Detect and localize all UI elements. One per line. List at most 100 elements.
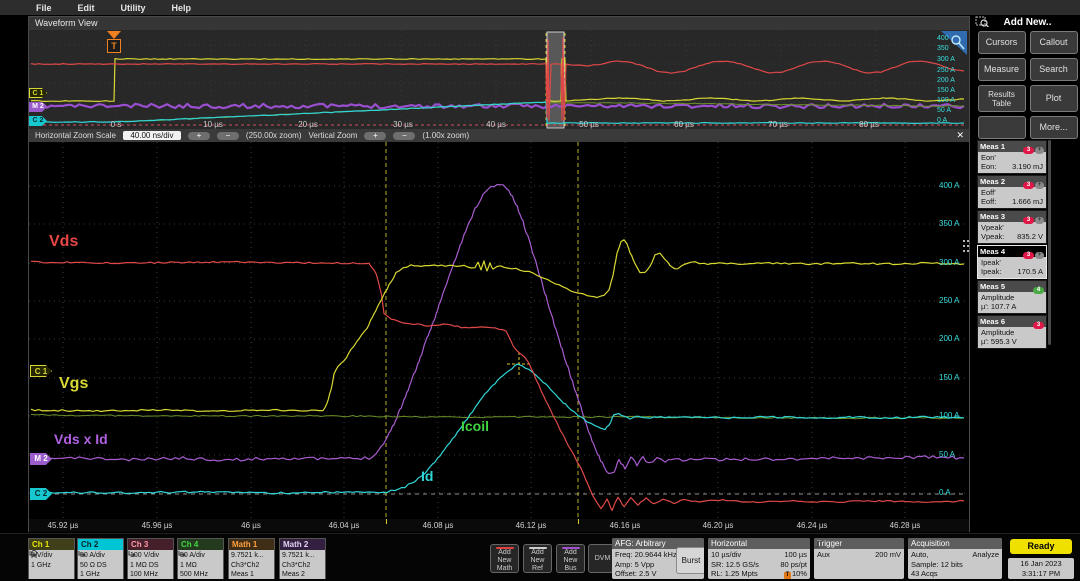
channel-coupling: 1 MΩ DS	[130, 561, 171, 571]
time-axis-label: 46.08 µs	[423, 522, 454, 530]
search-button[interactable]: Search	[1030, 58, 1078, 81]
channel-card-ch3[interactable]: Ch 3100 V/div1 MΩ DS100 MHz	[127, 538, 174, 579]
gate-tick	[386, 519, 387, 524]
meas-count-badge: 3	[1023, 147, 1034, 154]
ready-status-button[interactable]: Ready	[1010, 539, 1072, 554]
trigger-position-icon: T	[784, 572, 791, 579]
callout-button[interactable]: Callout	[1030, 31, 1078, 54]
trigger-marker[interactable]: T	[107, 31, 121, 53]
channel-card-header: Ch 1	[29, 539, 74, 550]
channel-coupling: 50 Ω DS	[80, 561, 121, 571]
channel-card-ch4[interactable]: Ch 450 A/div1 MΩ500 MHz	[177, 538, 224, 579]
add-new-math-button[interactable]: AddNewMath	[490, 544, 519, 573]
close-zoom-icon[interactable]: ✕	[956, 130, 964, 141]
meas-expand-icon[interactable]: +	[1035, 182, 1044, 189]
plot-button[interactable]: Plot	[1030, 85, 1078, 112]
hzoom-minus-button[interactable]: −	[217, 132, 239, 140]
horizontal-position: 10%	[792, 569, 807, 578]
meas-label: µ': 107.7 A	[981, 302, 1016, 311]
measure-button[interactable]: Measure	[978, 58, 1026, 81]
channel-card-header: Ch 4	[178, 539, 223, 550]
main-right-axis-label: 150 A	[939, 374, 959, 382]
horizontal-panel[interactable]: Horizontal 10 µs/div100 µs SR: 12.5 GS/s…	[708, 538, 810, 579]
trigger-source: Aux	[817, 550, 830, 560]
menu-bar: File Edit Utility Help	[0, 0, 1080, 15]
horizontal-sr: SR: 12.5 GS/s	[711, 560, 759, 570]
meas-card-2[interactable]: Meas 23+Eoff'Eoff:1.666 mJ	[977, 175, 1047, 209]
channel-card-math2[interactable]: Math 29.7521 k...Ch3*Ch2Meas 2	[279, 538, 326, 579]
panel-splitter-handle[interactable]	[963, 240, 965, 242]
zoom-select-button[interactable]	[978, 116, 1026, 139]
meas-label: µ': 595.3 V	[981, 337, 1017, 346]
rising-edge-icon	[814, 539, 824, 549]
hzoom-plus-button[interactable]: +	[188, 132, 210, 140]
meas-count-badge: 3	[1023, 252, 1034, 259]
bandwidth-arrow-icon	[178, 550, 186, 558]
meas-card-4[interactable]: Meas 43+Ipeak'Ipeak:170.5 A	[977, 245, 1047, 279]
meas-expand-icon[interactable]: +	[1035, 147, 1044, 154]
meas-name: Meas 2	[980, 177, 1005, 186]
more-button[interactable]: More...	[1030, 116, 1078, 139]
main-right-axis-label: 100 A	[939, 412, 959, 420]
dvm-label: DVM	[595, 555, 611, 562]
results-table-button[interactable]: Results Table	[978, 85, 1026, 112]
meas-card-6[interactable]: Meas 63Amplitudeµ': 595.3 V	[977, 315, 1047, 349]
channel-bandwidth: 1 GHz	[31, 561, 72, 571]
channel-card-math1[interactable]: Math 19.7521 k...Ch3*Ch2Meas 1	[228, 538, 275, 579]
meas-expand-icon[interactable]: +	[1035, 252, 1044, 259]
channel-scale: 50 A/div	[80, 551, 121, 561]
meas-name: Meas 1	[980, 142, 1005, 151]
cursors-button[interactable]: Cursors	[978, 31, 1026, 54]
gate-tick	[578, 519, 579, 524]
menu-utility[interactable]: Utility	[121, 3, 146, 13]
waveform-view-window: Waveform View T 0 s10 µs20 µs30 µs40 µs5…	[28, 16, 970, 532]
overview-right-axis-label: 250 A	[937, 67, 955, 74]
vzoom-factor-label: (1.00x zoom)	[422, 131, 469, 140]
meas-value: 3.190 mJ	[1012, 162, 1043, 171]
channel-card-ch1[interactable]: Ch 15 V/div1 GHz	[28, 538, 75, 579]
burst-button[interactable]: Burst	[676, 547, 704, 574]
acquisition-panel[interactable]: Acquisition Auto,Analyze Sample: 12 bits…	[908, 538, 1002, 579]
waveform-view-tab-label: Waveform View	[35, 18, 98, 28]
add-new-bus-button[interactable]: AddNewBus	[556, 544, 585, 573]
meas-card-1[interactable]: Meas 13+Eon'Eon:3.190 mJ	[977, 140, 1047, 174]
overview-right-axis-label: 300 A	[937, 56, 955, 63]
meas-card-5[interactable]: Meas 54Amplitudeµ': 107.7 A	[977, 280, 1047, 314]
menu-edit[interactable]: Edit	[78, 3, 95, 13]
overview-right-axis-label: 100 A	[937, 97, 955, 104]
vzoom-plus-button[interactable]: +	[364, 132, 386, 140]
trigger-panel[interactable]: Trigger Aux 200 mV	[814, 538, 904, 579]
meas-label: Eoff:	[981, 197, 996, 206]
meas-count-badge: 3	[1023, 182, 1034, 189]
id-trace-label: Id	[421, 469, 433, 483]
ch1-vgs-trace	[31, 59, 964, 102]
label: 40 µs	[486, 121, 506, 129]
meas-count-badge: 3	[1033, 322, 1044, 329]
trigger-t-icon: T	[107, 39, 121, 53]
afg-panel[interactable]: AFG: Arbitrary Freq: 20.9644 kHz Amp: 5 …	[612, 538, 704, 579]
date-label: 16 Jan 2023	[1008, 559, 1074, 569]
vzoom-minus-button[interactable]: −	[393, 132, 415, 140]
meas-card-3[interactable]: Meas 33+Vpeak'Vpeak:835.2 V	[977, 210, 1047, 244]
channel-bandwidth: 100 MHz	[130, 570, 171, 580]
measurement-scrollbar[interactable]	[1048, 140, 1051, 345]
channel-coupling: 1 MΩ	[180, 561, 221, 571]
bandwidth-arrow-icon	[128, 550, 136, 558]
menu-file[interactable]: File	[36, 3, 52, 13]
waveform-view-tab[interactable]: Waveform View	[29, 17, 969, 31]
main-waveform[interactable]: 400 A350 A300 A250 A200 A150 A100 A50 A0…	[29, 142, 969, 519]
bottom-settings-bar: Ch 15 V/div1 GHzCh 250 A/div50 Ω DS1 GHz…	[0, 533, 1080, 581]
meas-expand-icon[interactable]: +	[1035, 217, 1044, 224]
channel-card-header: Ch 2	[78, 539, 123, 550]
channel-card-ch2[interactable]: Ch 250 A/div50 Ω DS1 GHz	[77, 538, 124, 579]
overview-waveform[interactable]: T 0 s10 µs20 µs30 µs40 µs50 µs60 µs70 µs…	[29, 30, 969, 129]
overview-right-axis-label: 50 A	[937, 107, 951, 114]
meas-count-badge: 3	[1023, 217, 1034, 224]
horizontal-resolution: 80 ps/pt	[780, 560, 807, 570]
menu-help[interactable]: Help	[172, 3, 192, 13]
add-new-ref-button[interactable]: AddNewRef	[523, 544, 552, 573]
channel-bandwidth: 500 MHz	[180, 570, 221, 580]
horizontal-zoom-scale-input[interactable]	[123, 131, 181, 140]
meas-value: 170.5 A	[1018, 267, 1043, 276]
add-new-panel: Add New.. Cursors Callout Measure Search…	[975, 15, 1080, 137]
